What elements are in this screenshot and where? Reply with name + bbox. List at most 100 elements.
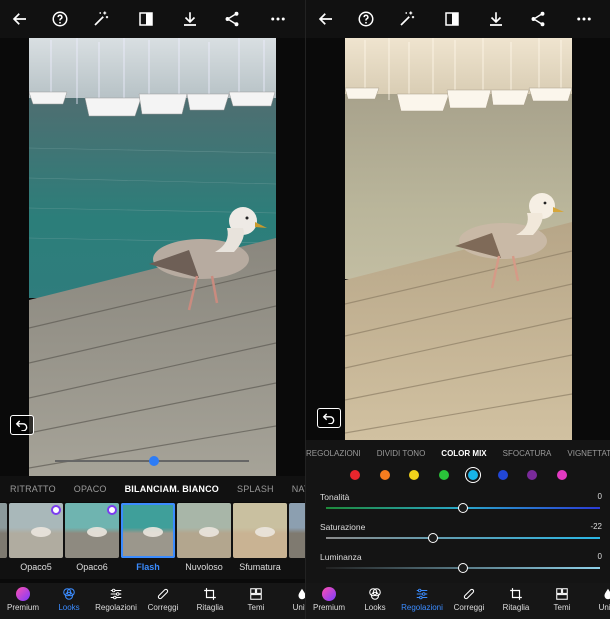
slider-label: Luminanza	[320, 552, 362, 562]
color-swatch[interactable]	[556, 470, 567, 480]
nav-item-drop[interactable]: Unifo	[582, 587, 610, 612]
color-swatch[interactable]	[409, 470, 419, 480]
seagull-preview	[31, 527, 51, 537]
preset-thumbnail[interactable]	[65, 503, 119, 558]
color-swatch[interactable]	[468, 470, 478, 480]
compare-icon[interactable]	[134, 7, 158, 31]
drop-icon	[276, 587, 305, 601]
nav-item-drop[interactable]: Unifo	[276, 587, 305, 612]
slider-sat[interactable]: Saturazione -22	[320, 522, 602, 548]
nav-label: Temi	[247, 603, 265, 612]
category-tab[interactable]: NATURA	[292, 476, 305, 502]
nav-label: Looks	[58, 603, 80, 612]
seagull-preview	[255, 527, 275, 537]
preset-thumbnail[interactable]	[177, 503, 231, 558]
crop-icon	[184, 587, 236, 601]
preset-thumbnail[interactable]	[233, 503, 287, 558]
preset-thumbnail[interactable]	[0, 503, 7, 558]
color-swatch[interactable]	[527, 470, 537, 480]
heal-icon	[137, 587, 189, 601]
category-tab[interactable]: RITRATTO	[10, 476, 56, 502]
help-icon[interactable]	[48, 7, 72, 31]
slider-knob[interactable]	[427, 533, 438, 543]
slider-knob[interactable]	[458, 563, 468, 573]
color-swatch[interactable]	[379, 470, 390, 480]
photo-canvas[interactable]	[345, 38, 572, 440]
premium-icon	[16, 587, 30, 601]
nav-item-heal[interactable]: Correggi	[443, 587, 495, 612]
nav-label: Regolazioni	[401, 603, 443, 612]
slider-hue[interactable]: Tonalità 0	[320, 492, 602, 518]
looks-screen: RITRATTO OPACO BILANCIAM. BIANCO SPLASH NATU…	[0, 0, 305, 619]
preset-thumbnail[interactable]	[289, 503, 305, 558]
seagull-preview	[87, 527, 107, 537]
look-amount-slider[interactable]	[55, 456, 249, 466]
preset-thumbnail[interactable]	[121, 503, 175, 558]
more-options-icon[interactable]	[572, 7, 596, 31]
download-icon[interactable]	[484, 7, 508, 31]
photo-canvas[interactable]	[29, 38, 276, 476]
adjustment-tab[interactable]: SFOCATURA	[503, 440, 552, 468]
nav-label: Unifo	[598, 603, 610, 612]
color-swatch[interactable]	[438, 470, 449, 480]
category-tab[interactable]: BILANCIAM. BIANCO	[125, 476, 219, 502]
back-arrow-icon[interactable]	[314, 7, 338, 31]
magic-wand-icon[interactable]	[89, 7, 113, 31]
share-icon[interactable]	[220, 7, 244, 31]
nav-item-adjustments[interactable]: Regolazioni	[90, 587, 142, 612]
preset-label: Nuvoloso	[185, 562, 223, 572]
adjustment-tab[interactable]: COLOR MIX	[441, 440, 486, 468]
slider-value: -22	[590, 522, 602, 531]
themes-icon	[536, 587, 588, 601]
category-tab[interactable]: SPLASH	[237, 476, 274, 502]
adjustment-tab[interactable]: VIGNETTATURA	[567, 440, 610, 468]
nav-item-themes[interactable]: Temi	[536, 587, 588, 612]
nav-label: Temi	[553, 603, 571, 612]
preset-thumbnail[interactable]	[9, 503, 63, 558]
nav-label: Looks	[364, 603, 386, 612]
nav-item-looks[interactable]: Looks	[43, 587, 95, 612]
slider-knob[interactable]	[458, 503, 468, 513]
nav-item-crop[interactable]: Ritaglia	[490, 587, 542, 612]
nav-item-looks[interactable]: Looks	[349, 587, 401, 612]
nav-item-adjustments[interactable]: Regolazioni	[396, 587, 448, 612]
undo-icon[interactable]	[317, 408, 341, 428]
slider-label: Tonalità	[320, 492, 350, 502]
adjustments-icon	[90, 587, 142, 601]
slider-lum[interactable]: Luminanza 0	[320, 552, 602, 578]
nav-item-crop[interactable]: Ritaglia	[184, 587, 236, 612]
preset-label: Flash	[136, 562, 160, 572]
color-swatch[interactable]	[350, 470, 360, 480]
slider-knob[interactable]	[149, 456, 159, 466]
nav-item-heal[interactable]: Correggi	[137, 587, 189, 612]
premium-icon	[322, 587, 336, 601]
premium-badge-icon	[107, 505, 117, 515]
drop-icon	[582, 587, 610, 601]
undo-icon[interactable]	[10, 415, 34, 435]
slider-track	[326, 537, 600, 539]
compare-icon[interactable]	[440, 7, 464, 31]
preset-label: Opaco5	[20, 562, 52, 572]
slider-label: Saturazione	[320, 522, 366, 532]
slider-value: 0	[597, 492, 602, 501]
nav-item-themes[interactable]: Temi	[230, 587, 282, 612]
nav-label: Premium	[312, 603, 345, 612]
download-icon[interactable]	[178, 7, 202, 31]
nav-label: Ritaglia	[196, 603, 224, 612]
nav-item-premium[interactable]: Premium	[0, 587, 49, 612]
look-categories: RITRATTO OPACO BILANCIAM. BIANCO SPLASH NATU…	[0, 476, 305, 502]
nav-item-premium[interactable]: Premium	[306, 587, 355, 612]
top-toolbar	[306, 0, 610, 38]
category-tab[interactable]: OPACO	[74, 476, 107, 502]
bottom-nav: Premium Looks Regolazioni Correggi Ritaglia T…	[306, 583, 610, 619]
adjustment-tab[interactable]: REGOLAZIONI	[306, 440, 361, 468]
share-icon[interactable]	[526, 7, 550, 31]
adjustment-tab[interactable]: DIVIDI TONO	[377, 440, 426, 468]
color-swatch[interactable]	[497, 470, 508, 480]
preset-label: Opaco6	[76, 562, 108, 572]
more-options-icon[interactable]	[266, 7, 290, 31]
adjustment-tabs: REGOLAZIONI DIVIDI TONO COLOR MIX SFOCATURA…	[306, 440, 610, 468]
help-icon[interactable]	[354, 7, 378, 31]
magic-wand-icon[interactable]	[395, 7, 419, 31]
back-arrow-icon[interactable]	[8, 7, 32, 31]
